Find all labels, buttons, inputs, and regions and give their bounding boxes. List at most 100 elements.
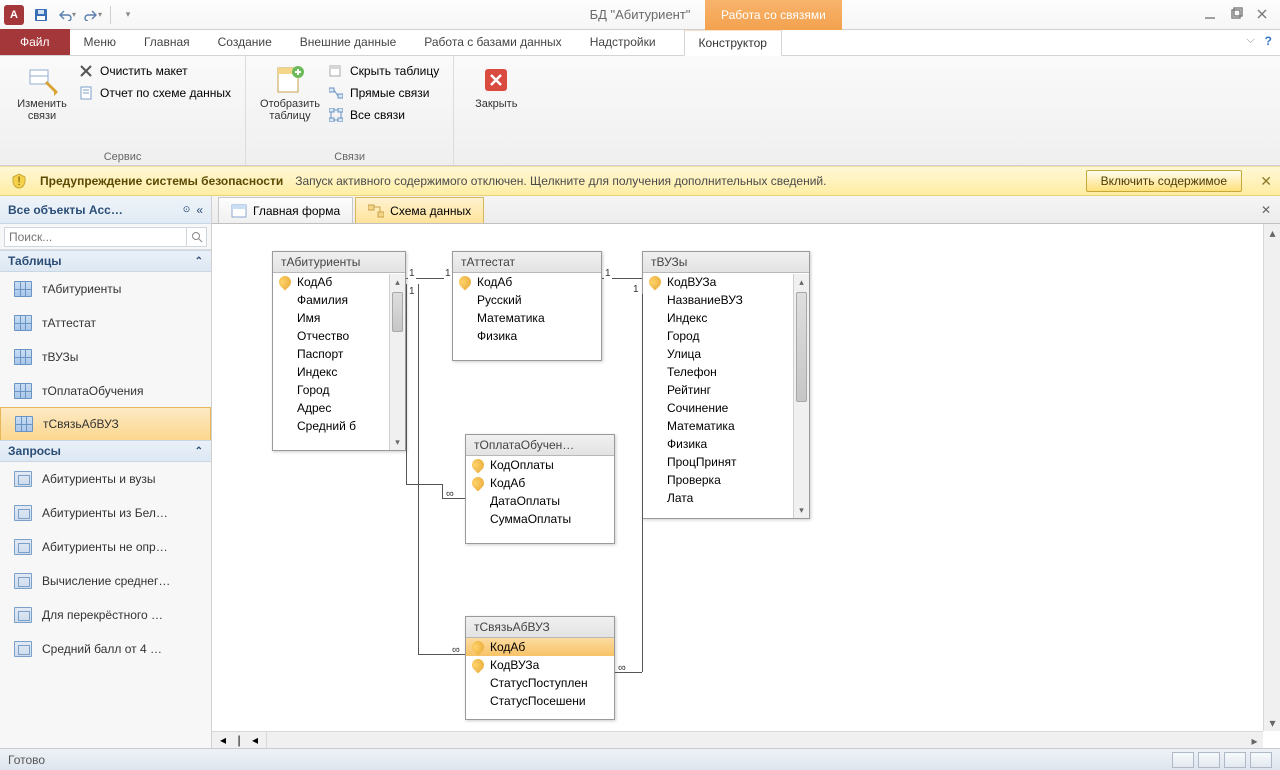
view-mode-2-icon[interactable] <box>1198 752 1220 768</box>
diagram-field[interactable]: КодВУЗа <box>466 656 614 674</box>
clear-layout-button[interactable]: Очистить макет <box>74 60 235 82</box>
diagram-field[interactable]: Улица <box>643 345 793 363</box>
scroll-down-icon[interactable]: ▾ <box>1264 714 1280 731</box>
nav-query-item[interactable]: Абитуриенты и вузы <box>0 462 211 496</box>
nav-query-item[interactable]: Вычисление среднег… <box>0 564 211 598</box>
diagram-table-title[interactable]: тСвязьАбВУЗ <box>466 617 614 638</box>
diagram-field[interactable]: Рейтинг <box>643 381 793 399</box>
show-table-button[interactable]: Отобразить таблицу <box>256 60 324 126</box>
tab-home[interactable]: Главная <box>130 29 204 55</box>
file-tab[interactable]: Файл <box>0 29 70 55</box>
nav-table-item[interactable]: тСвязьАбВУЗ <box>0 407 211 441</box>
hide-table-button[interactable]: Скрыть таблицу <box>324 60 443 82</box>
undo-icon[interactable]: ▾ <box>56 4 78 26</box>
diagram-table-title[interactable]: тВУЗы <box>643 252 809 273</box>
diagram-field[interactable]: Город <box>643 327 793 345</box>
restore-icon[interactable] <box>1224 4 1248 24</box>
diagram-field[interactable]: ПроцПринят <box>643 453 793 471</box>
doc-close-icon[interactable]: ✕ <box>1258 202 1274 218</box>
diagram-field[interactable]: Средний б <box>273 417 389 435</box>
diagram-field[interactable]: СтатусПоступлен <box>466 674 614 692</box>
qat-customize-icon[interactable]: ▾ <box>117 4 139 26</box>
diagram-field[interactable]: Математика <box>453 309 601 327</box>
view-mode-4-icon[interactable] <box>1250 752 1272 768</box>
nav-table-item[interactable]: тАбитуриенты <box>0 272 211 306</box>
diagram-field[interactable]: НазваниеВУЗ <box>643 291 793 309</box>
nav-query-item[interactable]: Средний балл от 4 … <box>0 632 211 666</box>
nav-header[interactable]: Все объекты Acc… ⊙« <box>0 196 211 224</box>
relationship-report-button[interactable]: Отчет по схеме данных <box>74 82 235 104</box>
doc-tab-relationships[interactable]: Схема данных <box>355 197 484 223</box>
diagram-field[interactable]: Проверка <box>643 471 793 489</box>
enable-content-button[interactable]: Включить содержимое <box>1086 170 1242 192</box>
diagram-field[interactable]: Физика <box>643 435 793 453</box>
tab-design[interactable]: Конструктор <box>684 30 782 56</box>
diagram-table-title[interactable]: тОплатаОбучен… <box>466 435 614 456</box>
diagram-table-title[interactable]: тАбитуриенты <box>273 252 405 273</box>
tab-external-data[interactable]: Внешние данные <box>286 29 411 55</box>
diagram-field[interactable]: КодАб <box>273 273 389 291</box>
search-icon[interactable] <box>187 227 207 247</box>
diagram-field[interactable]: ДатаОплаты <box>466 492 614 510</box>
direct-relationships-button[interactable]: Прямые связи <box>324 82 443 104</box>
scroll-up-icon[interactable]: ▴ <box>1264 224 1280 241</box>
diagram-field[interactable]: КодАб <box>466 474 614 492</box>
close-icon[interactable] <box>1250 4 1274 24</box>
save-icon[interactable] <box>30 4 52 26</box>
diagram-field[interactable]: КодОплаты <box>466 456 614 474</box>
relationships-canvas[interactable]: тАбитуриентыКодАбФамилияИмяОтчествоПаспо… <box>212 224 1263 731</box>
edit-relationships-button[interactable]: Изменить связи <box>10 60 74 126</box>
security-close-icon[interactable]: ✕ <box>1260 173 1272 190</box>
tab-menu[interactable]: Меню <box>70 29 130 55</box>
record-prev-icon[interactable]: ◂ <box>248 733 262 747</box>
diagram-field[interactable]: СтатусПосешени <box>466 692 614 710</box>
diagram-table[interactable]: тАттестатКодАбРусскийМатематикаФизика <box>452 251 602 361</box>
diagram-field[interactable]: Паспорт <box>273 345 389 363</box>
diagram-field[interactable]: КодАб <box>466 638 614 656</box>
tab-create[interactable]: Создание <box>204 29 286 55</box>
tab-addins[interactable]: Надстройки <box>576 29 670 55</box>
close-button[interactable]: Закрыть <box>464 60 528 114</box>
nav-dropdown-icon[interactable]: ⊙ <box>183 204 191 215</box>
diagram-field[interactable]: Индекс <box>273 363 389 381</box>
tab-database-tools[interactable]: Работа с базами данных <box>410 29 575 55</box>
redo-icon[interactable]: ▾ <box>82 4 104 26</box>
nav-group-queries[interactable]: Запросы⌃ <box>0 440 211 462</box>
diagram-field[interactable]: Индекс <box>643 309 793 327</box>
security-message[interactable]: Запуск активного содержимого отключен. Щ… <box>295 174 826 188</box>
diagram-table[interactable]: тАбитуриентыКодАбФамилияИмяОтчествоПаспо… <box>272 251 406 451</box>
diagram-table[interactable]: тОплатаОбучен…КодОплатыКодАбДатаОплатыСу… <box>465 434 615 544</box>
diagram-table[interactable]: тВУЗыКодВУЗаНазваниеВУЗИндексГородУлицаТ… <box>642 251 810 519</box>
diagram-field[interactable]: Сочинение <box>643 399 793 417</box>
diagram-field[interactable]: Лата <box>643 489 793 507</box>
diagram-field[interactable]: Физика <box>453 327 601 345</box>
nav-query-item[interactable]: Абитуриенты из Бел… <box>0 496 211 530</box>
help-icon[interactable]: ? <box>1265 34 1272 48</box>
diagram-field[interactable]: Математика <box>643 417 793 435</box>
ribbon-minimize-icon[interactable]: ⌵ <box>1246 34 1254 48</box>
diagram-field[interactable]: Русский <box>453 291 601 309</box>
nav-collapse-icon[interactable]: « <box>196 203 203 217</box>
diagram-table[interactable]: тСвязьАбВУЗКодАбКодВУЗаСтатусПоступленСт… <box>465 616 615 720</box>
diagram-field[interactable]: КодАб <box>453 273 601 291</box>
minimize-icon[interactable] <box>1198 4 1222 24</box>
nav-query-item[interactable]: Абитуриенты не опр… <box>0 530 211 564</box>
nav-query-item[interactable]: Для перекрёстного … <box>0 598 211 632</box>
diagram-table-title[interactable]: тАттестат <box>453 252 601 273</box>
nav-table-item[interactable]: тОплатаОбучения <box>0 374 211 408</box>
scroll-right-icon[interactable]: ▸ <box>1246 732 1263 748</box>
nav-table-item[interactable]: тВУЗы <box>0 340 211 374</box>
doc-tab-main-form[interactable]: Главная форма <box>218 197 353 223</box>
all-relationships-button[interactable]: Все связи <box>324 104 443 126</box>
table-scrollbar[interactable]: ▴▾ <box>389 274 405 450</box>
vertical-scrollbar[interactable]: ▴ ▾ <box>1263 224 1280 731</box>
horizontal-scrollbar[interactable]: ◂|◂ ▸ <box>212 731 1263 748</box>
nav-table-item[interactable]: тАттестат <box>0 306 211 340</box>
view-mode-3-icon[interactable] <box>1224 752 1246 768</box>
view-mode-1-icon[interactable] <box>1172 752 1194 768</box>
diagram-field[interactable]: КодВУЗа <box>643 273 793 291</box>
diagram-field[interactable]: Отчество <box>273 327 389 345</box>
search-input[interactable] <box>4 227 187 247</box>
diagram-field[interactable]: СуммаОплаты <box>466 510 614 528</box>
table-scrollbar[interactable]: ▴▾ <box>793 274 809 518</box>
